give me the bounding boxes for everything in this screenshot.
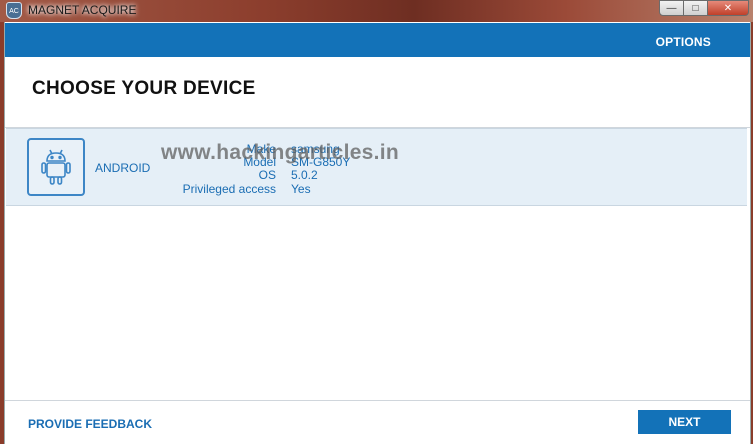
privileged-label-wrap: Privileged access (146, 182, 276, 196)
window-title: MAGNET ACQUIRE (28, 3, 137, 17)
os-label: OS (258, 168, 276, 182)
make-label-wrap: Make (176, 142, 276, 156)
model-label-wrap: Model (176, 155, 276, 169)
device-list-item[interactable]: ANDROID Make Model OS Privileged access … (6, 128, 747, 206)
app-logo-icon: AC (6, 2, 22, 19)
maximize-button[interactable]: □ (683, 0, 708, 16)
privileged-access-label: Privileged access (182, 182, 276, 196)
device-type-label: ANDROID (95, 161, 151, 175)
top-bar: OPTIONS (5, 23, 750, 57)
window-titlebar[interactable]: AC MAGNET ACQUIRE — □ ✕ (0, 0, 753, 22)
next-button[interactable]: NEXT (638, 410, 731, 434)
provide-feedback-link[interactable]: PROVIDE FEEDBACK (28, 417, 152, 431)
window-controls: — □ ✕ (659, 0, 749, 16)
android-icon (27, 138, 85, 196)
page-title: CHOOSE YOUR DEVICE (32, 78, 256, 99)
os-label-wrap: OS (176, 168, 276, 182)
close-button[interactable]: ✕ (707, 0, 749, 16)
model-value: SM-G850Y (291, 155, 351, 169)
minimize-button[interactable]: — (659, 0, 684, 16)
privileged-access-value: Yes (291, 182, 311, 196)
os-value: 5.0.2 (291, 168, 318, 182)
options-menu-button[interactable]: OPTIONS (656, 35, 711, 49)
app-window: OPTIONS CHOOSE YOUR DEVICE ANDROID Make (4, 22, 751, 444)
make-label: Make (246, 142, 276, 156)
make-value: samsung (291, 142, 340, 156)
model-label: Model (243, 155, 276, 169)
footer-divider (5, 400, 750, 401)
